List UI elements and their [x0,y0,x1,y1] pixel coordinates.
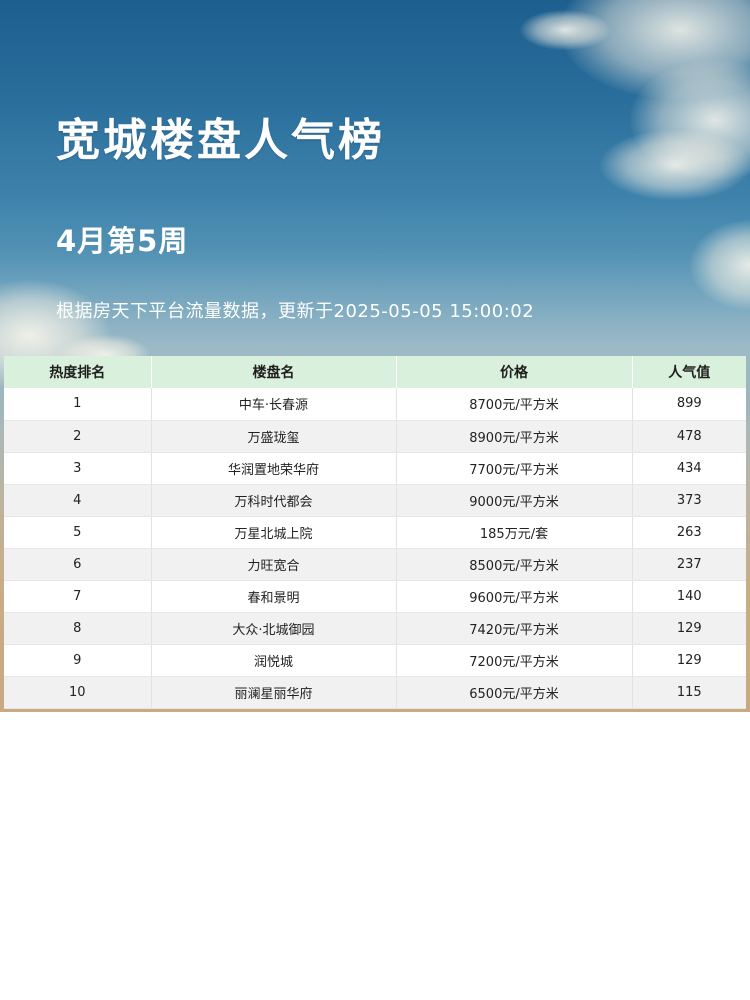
cloud [600,130,750,200]
name-cell: 润悦城 [151,644,397,677]
popularity-cell: 434 [632,452,746,485]
table-row: 3 华润置地荣华府 7700元/平方米 434 [4,452,746,485]
column-header-popularity: 人气值 [632,356,746,388]
week-label: 4月第5周 [56,224,189,258]
table-row: 8 大众·北城御园 7420元/平方米 129 [4,612,746,645]
price-cell: 7200元/平方米 [396,644,633,677]
column-header-price: 价格 [396,356,633,388]
rank-cell: 3 [4,452,152,485]
popularity-cell: 478 [632,420,746,453]
rank-cell: 10 [4,676,152,709]
table-row: 10 丽澜星丽华府 6500元/平方米 115 [4,676,746,709]
data-source-note: 根据房天下平台流量数据，更新于2025-05-05 15:00:02 [56,301,535,322]
table-row: 4 万科时代都会 9000元/平方米 373 [4,484,746,517]
rank-cell: 6 [4,548,152,581]
price-cell: 7420元/平方米 [396,612,633,645]
popularity-cell: 129 [632,612,746,645]
name-cell: 春和景明 [151,580,397,613]
popularity-cell: 115 [632,676,746,709]
name-cell: 万盛珑玺 [151,420,397,453]
price-cell: 185万元/套 [396,516,633,549]
name-cell: 大众·北城御园 [151,612,397,645]
rank-cell: 5 [4,516,152,549]
popularity-cell: 237 [632,548,746,581]
name-cell: 力旺宽合 [151,548,397,581]
table-row: 2 万盛珑玺 8900元/平方米 478 [4,420,746,453]
price-cell: 8900元/平方米 [396,420,633,453]
price-cell: 8500元/平方米 [396,548,633,581]
ranking-table: 热度排名 楼盘名 价格 人气值 1 中车·长春源 8700元/平方米 899 2… [4,356,746,709]
name-cell: 中车·长春源 [151,388,397,421]
column-header-rank: 热度排名 [4,356,152,388]
rank-cell: 1 [4,388,152,421]
name-cell: 万星北城上院 [151,516,397,549]
popularity-cell: 129 [632,644,746,677]
rank-cell: 7 [4,580,152,613]
price-cell: 6500元/平方米 [396,676,633,709]
name-cell: 华润置地荣华府 [151,452,397,485]
name-cell: 丽澜星丽华府 [151,676,397,709]
cloud [520,10,610,50]
price-cell: 9600元/平方米 [396,580,633,613]
table-row: 9 润悦城 7200元/平方米 129 [4,644,746,677]
popularity-cell: 263 [632,516,746,549]
table-header-row: 热度排名 楼盘名 价格 人气值 [4,356,746,388]
table-row: 7 春和景明 9600元/平方米 140 [4,580,746,613]
page-title: 宽城楼盘人气榜 [56,115,385,166]
rank-cell: 4 [4,484,152,517]
table-row: 1 中车·长春源 8700元/平方米 899 [4,388,746,421]
table-row: 5 万星北城上院 185万元/套 263 [4,516,746,549]
name-cell: 万科时代都会 [151,484,397,517]
rank-cell: 2 [4,420,152,453]
price-cell: 9000元/平方米 [396,484,633,517]
price-cell: 8700元/平方米 [396,388,633,421]
popularity-cell: 373 [632,484,746,517]
rank-cell: 9 [4,644,152,677]
rank-cell: 8 [4,612,152,645]
table-row: 6 力旺宽合 8500元/平方米 237 [4,548,746,581]
ranking-table-container: 热度排名 楼盘名 价格 人气值 1 中车·长春源 8700元/平方米 899 2… [4,356,746,709]
popularity-cell: 899 [632,388,746,421]
price-cell: 7700元/平方米 [396,452,633,485]
column-header-name: 楼盘名 [151,356,397,388]
popularity-cell: 140 [632,580,746,613]
